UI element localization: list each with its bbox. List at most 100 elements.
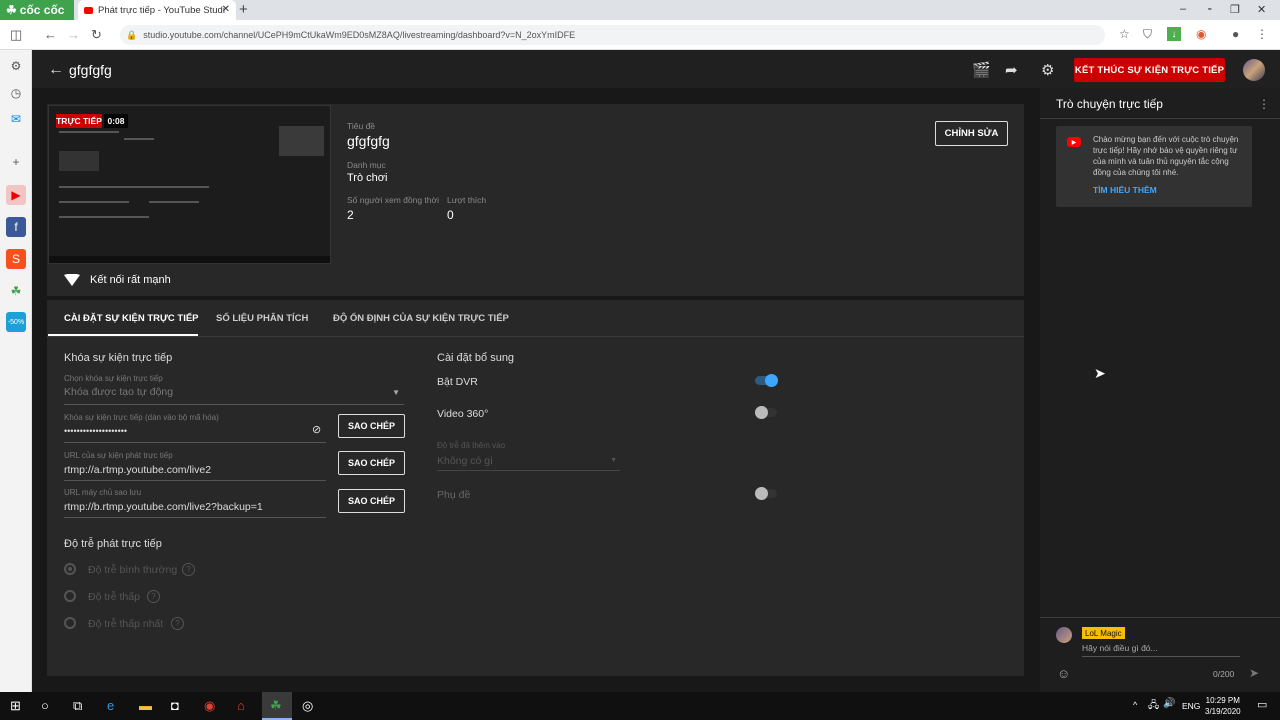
app-icon[interactable]: ⌂ (237, 698, 245, 713)
minimize-icon[interactable]: – (1180, 3, 1186, 15)
close-window-icon[interactable]: ✕ (1257, 3, 1266, 16)
extension-icon[interactable]: ◉ (1196, 27, 1206, 41)
notification-icon[interactable]: ▭ (1257, 698, 1267, 711)
new-tab-button[interactable]: + (239, 1, 248, 18)
send-icon[interactable]: ➤ (1249, 666, 1259, 680)
network-icon[interactable]: 🖧 (1148, 698, 1159, 715)
language-indicator[interactable]: ENG (1182, 701, 1200, 711)
video360-label: Video 360° (437, 408, 489, 420)
edit-button[interactable]: CHỈNH SỬA (935, 121, 1008, 146)
coccoc-menu-button[interactable]: ☘ cốc cốc (0, 0, 74, 20)
additional-settings-heading: Cài đặt bổ sung (437, 352, 515, 364)
coccoc-taskbar-icon[interactable]: ☘ (270, 698, 282, 714)
file-explorer-icon[interactable]: ▬ (139, 698, 152, 713)
key-select-dropdown[interactable]: Khóa được tạo tự động ▼ (64, 386, 404, 404)
stream-title: gfgfgfg (347, 133, 390, 149)
reload-icon[interactable]: ↻ (91, 27, 102, 43)
browser-brand: cốc cốc (19, 3, 65, 17)
share-icon[interactable]: ➦ (1005, 61, 1018, 79)
extensions-icon[interactable]: ⁃ (1207, 3, 1213, 16)
video360-toggle[interactable] (755, 406, 777, 419)
learn-more-link[interactable]: TÌM HIỂU THÊM (1093, 185, 1157, 195)
backup-url-field[interactable]: rtmp://b.rtmp.youtube.com/live2?backup=1 (64, 501, 263, 513)
clapperboard-icon[interactable]: 🎬 (972, 61, 991, 79)
help-icon[interactable]: ? (182, 563, 195, 576)
forward-icon[interactable]: → (67, 27, 80, 42)
back-arrow-icon[interactable]: ← (48, 61, 64, 79)
chat-menu-icon[interactable]: ⋮ (1258, 97, 1270, 111)
edge-icon[interactable]: e (107, 698, 114, 713)
latency-normal-radio[interactable] (64, 563, 76, 575)
latency-ultralow-radio[interactable] (64, 617, 76, 629)
settings-panel (47, 300, 1024, 676)
stream-key-field[interactable]: •••••••••••••••••••• (64, 426, 127, 436)
tray-arrow-icon[interactable]: ^ (1133, 700, 1137, 710)
latency-low-radio[interactable] (64, 590, 76, 602)
youtube-icon[interactable]: ▶ (6, 185, 26, 205)
download-icon[interactable]: ↓ (1167, 27, 1181, 41)
help-icon[interactable]: ? (147, 590, 160, 603)
browser-menu-icon[interactable]: ⋮ (1256, 27, 1268, 41)
volume-icon[interactable]: 🔊 (1163, 698, 1175, 709)
stream-url-field[interactable]: rtmp://a.rtmp.youtube.com/live2 (64, 464, 211, 476)
connection-text: Kết nối rất mạnh (90, 274, 171, 286)
restore-icon[interactable]: ❐ (1230, 3, 1240, 16)
visibility-off-icon[interactable]: ⊘ (312, 423, 321, 436)
tab-divider (47, 336, 1024, 337)
divider (64, 517, 326, 518)
live-timer: 0:08 (104, 114, 128, 128)
category-label: Danh mục (347, 160, 386, 170)
tab-analytics[interactable]: SỐ LIỆU PHÂN TÍCH (216, 313, 308, 324)
key-select-value: Khóa được tạo tự động (64, 386, 174, 398)
copy-url-button[interactable]: SAO CHÉP (338, 451, 405, 475)
end-stream-button[interactable]: KẾT THÚC SỰ KIỆN TRỰC TIẾP (1074, 58, 1225, 82)
add-sidebar-icon[interactable]: + (6, 152, 26, 172)
copy-key-button[interactable]: SAO CHÉP (338, 414, 405, 438)
copy-backup-button[interactable]: SAO CHÉP (338, 489, 405, 513)
help-icon[interactable]: ? (171, 617, 184, 630)
coccoc-icon[interactable]: ☘ (6, 281, 26, 301)
shopee-icon[interactable]: S (6, 249, 26, 269)
bookmark-star-icon[interactable]: ☆ (1119, 27, 1130, 41)
search-icon[interactable]: ○ (41, 698, 49, 713)
captions-toggle[interactable] (755, 487, 777, 500)
latency-normal-label: Độ trễ bình thường (88, 564, 178, 576)
windows-start-icon[interactable]: ⊞ (10, 698, 21, 714)
stream-preview[interactable] (48, 105, 331, 264)
youtube-logo-icon: ▶ (1067, 137, 1081, 147)
browser-tab[interactable]: Phát trực tiếp - YouTube Studi ✕ (78, 0, 236, 20)
shield-icon[interactable]: ⛉ (1143, 27, 1152, 42)
profile-icon[interactable]: ● (1232, 27, 1239, 41)
chat-message-input[interactable]: Hãy nói điều gì đó... (1082, 643, 1240, 657)
dvr-label: Bật DVR (437, 376, 478, 388)
obs-icon[interactable]: ◎ (302, 698, 313, 714)
divider (64, 442, 326, 443)
system-clock[interactable]: 10:29 PM 3/19/2020 (1205, 695, 1241, 717)
settings-icon[interactable]: ⚙ (6, 56, 26, 76)
chrome-icon[interactable]: ◉ (204, 698, 215, 714)
avatar[interactable] (1243, 59, 1265, 81)
emoji-icon[interactable]: ☺ (1057, 666, 1070, 681)
sidebar-toggle-icon[interactable]: ◫ (10, 27, 22, 43)
tab-stream-settings[interactable]: CÀI ĐẶT SỰ KIỆN TRỰC TIẾP (64, 313, 199, 324)
gear-icon[interactable]: ⚙ (1041, 61, 1054, 79)
clock-time: 10:29 PM (1205, 696, 1240, 705)
store-icon[interactable]: ◘ (171, 698, 179, 713)
task-view-icon[interactable]: ⧉ (73, 698, 82, 714)
url-field[interactable]: 🔒 studio.youtube.com/channel/UCePH9mCtUk… (120, 25, 1105, 45)
page-title: gfgfgfg (69, 62, 112, 78)
divider (64, 404, 404, 405)
browser-sidebar (0, 50, 32, 692)
viewers-value: 2 (347, 208, 354, 222)
tab-stream-health[interactable]: ĐỘ ỔN ĐỊNH CỦA SỰ KIỆN TRỰC TIẾP (333, 313, 509, 324)
back-icon[interactable]: ← (44, 27, 57, 42)
messenger-icon[interactable]: ✉ (6, 109, 26, 129)
facebook-icon[interactable]: f (6, 217, 26, 237)
dvr-toggle[interactable] (755, 374, 778, 387)
history-icon[interactable]: ◷ (6, 83, 26, 103)
delay-dropdown[interactable]: Không có gì ▼ (437, 455, 620, 471)
tab-close-icon[interactable]: ✕ (222, 4, 230, 15)
dropdown-arrow-icon: ▼ (392, 388, 400, 397)
delay-value: Không có gì (437, 455, 494, 467)
sale-icon[interactable]: -50% (6, 312, 26, 332)
